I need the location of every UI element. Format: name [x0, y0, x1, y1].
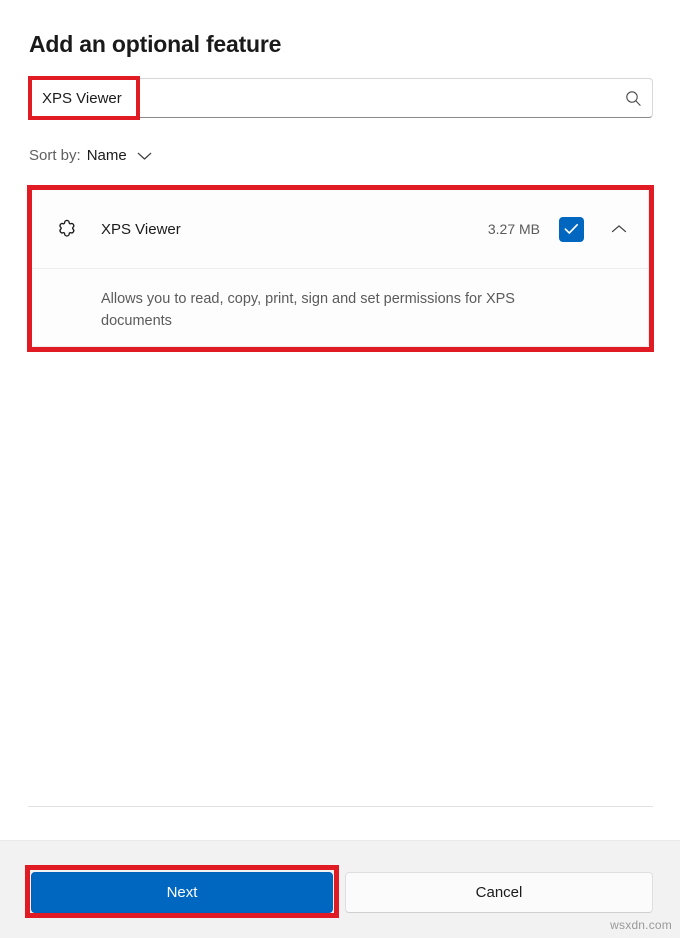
content-footer-divider: [28, 806, 653, 807]
watermark: wsxdn.com: [610, 918, 672, 932]
search-icon[interactable]: [614, 79, 652, 117]
chevron-up-icon[interactable]: [606, 216, 632, 242]
search-box[interactable]: [28, 78, 653, 118]
feature-header-row[interactable]: XPS Viewer 3.27 MB: [32, 190, 648, 269]
next-button[interactable]: Next: [31, 872, 333, 913]
sort-control[interactable]: Sort by: Name: [29, 147, 152, 164]
feature-checkbox[interactable]: [559, 216, 584, 242]
dialog-footer: Next Cancel: [0, 840, 680, 938]
search-field-container: [28, 78, 653, 118]
sort-by-label: Sort by:: [29, 147, 81, 164]
page-title: Add an optional feature: [29, 31, 282, 57]
puzzle-piece-icon: [52, 214, 82, 244]
feature-description: Allows you to read, copy, print, sign an…: [101, 291, 515, 330]
feature-size: 3.27 MB: [487, 221, 540, 237]
sort-by-value: Name: [86, 147, 127, 164]
feature-list-item[interactable]: XPS Viewer 3.27 MB Allows you to read, c…: [31, 189, 649, 347]
dialog-content-area: Add an optional feature Sort by: Name: [0, 0, 680, 840]
chevron-down-icon[interactable]: [137, 151, 152, 161]
feature-name: XPS Viewer: [101, 220, 181, 238]
cancel-button[interactable]: Cancel: [345, 872, 653, 913]
search-input[interactable]: [29, 79, 614, 117]
